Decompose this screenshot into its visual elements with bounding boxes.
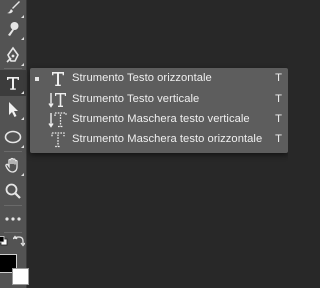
menu-item-shortcut: T bbox=[275, 113, 282, 125]
tool-group-indicator bbox=[21, 63, 24, 66]
background-color-swatch[interactable] bbox=[12, 268, 29, 285]
vertical-type-mask-icon bbox=[48, 112, 67, 128]
menu-item-shortcut: T bbox=[275, 133, 282, 145]
selected-bullet bbox=[35, 77, 39, 81]
menu-item-label: Strumento Testo verticale bbox=[72, 93, 200, 105]
tool-group-indicator bbox=[21, 117, 24, 120]
path-selection-tool[interactable] bbox=[0, 96, 26, 122]
menu-item-label: Strumento Maschera testo verticale bbox=[72, 113, 250, 125]
hand-icon bbox=[5, 157, 18, 173]
pen-icon bbox=[6, 46, 19, 63]
more-icon bbox=[5, 217, 21, 221]
toolbar-divider bbox=[4, 232, 22, 233]
zoom-icon bbox=[5, 183, 21, 199]
brush-icon bbox=[7, 1, 20, 14]
toolbar-divider bbox=[4, 68, 22, 69]
menu-item-label: Strumento Maschera testo orizzontale bbox=[72, 133, 263, 145]
menu-item-horizontal-type-mask[interactable]: Strumento Maschera testo orizzontale T bbox=[30, 130, 288, 150]
hand-tool[interactable] bbox=[0, 152, 26, 178]
photoshop-workspace: Strumento Testo orizzontale T Strumento … bbox=[0, 0, 288, 288]
menu-item-label: Strumento Testo orizzontale bbox=[72, 72, 212, 84]
ellipse-icon bbox=[4, 130, 22, 144]
menu-item-vertical-type-mask[interactable]: Strumento Maschera testo verticale T bbox=[30, 110, 288, 130]
default-colors-icon bbox=[0, 236, 8, 246]
horizontal-type-mask-icon bbox=[51, 132, 65, 148]
tool-group-indicator bbox=[21, 37, 24, 40]
type-tool[interactable] bbox=[0, 70, 26, 96]
menu-item-shortcut: T bbox=[275, 72, 282, 84]
horizontal-type-icon bbox=[52, 72, 64, 86]
menu-item-horizontal-type[interactable]: Strumento Testo orizzontale T bbox=[30, 69, 288, 89]
type-icon bbox=[7, 77, 19, 90]
menu-item-vertical-type[interactable]: Strumento Testo verticale T bbox=[30, 90, 288, 110]
pen-tool[interactable] bbox=[0, 42, 26, 68]
tool-group-indicator bbox=[21, 145, 24, 148]
default-colors-button[interactable] bbox=[0, 234, 10, 248]
ellipse-tool[interactable] bbox=[0, 124, 26, 150]
clone-stamp-icon bbox=[8, 22, 19, 36]
path-selection-icon bbox=[9, 102, 18, 117]
clone-stamp-tool[interactable] bbox=[0, 16, 26, 42]
tool-group-indicator bbox=[21, 91, 24, 94]
swap-colors-button[interactable] bbox=[12, 234, 26, 248]
type-tool-flyout-menu: Strumento Testo orizzontale T Strumento … bbox=[30, 68, 288, 153]
swap-colors-icon bbox=[13, 235, 25, 247]
edit-toolbar-button[interactable] bbox=[0, 206, 26, 232]
menu-item-shortcut: T bbox=[275, 93, 282, 105]
tool-group-indicator bbox=[21, 173, 24, 176]
vertical-type-icon bbox=[48, 93, 66, 108]
zoom-tool[interactable] bbox=[0, 178, 26, 204]
tools-panel bbox=[0, 0, 29, 288]
